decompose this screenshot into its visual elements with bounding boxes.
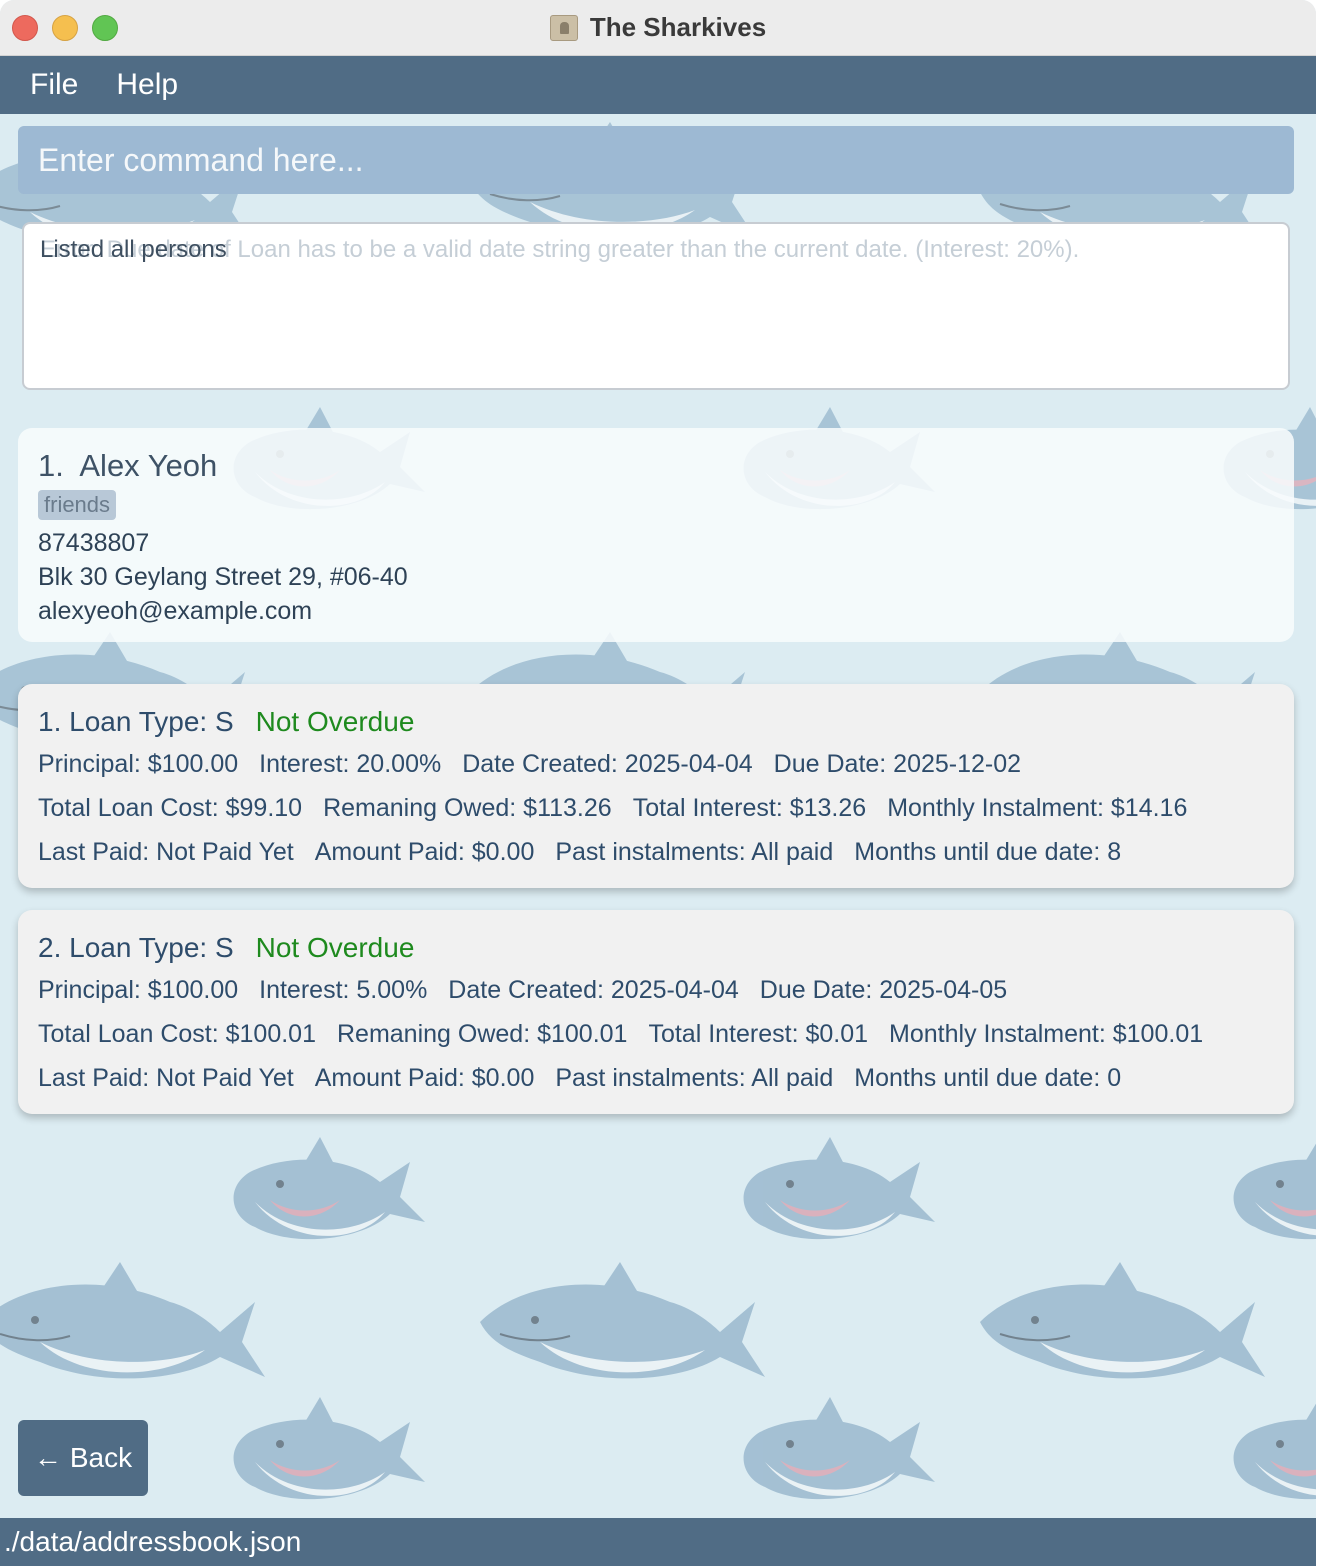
loan-status-badge: Not Overdue bbox=[255, 706, 415, 737]
result-message: Listed all persons bbox=[40, 236, 227, 263]
person-phone: 87438807 bbox=[38, 529, 150, 557]
loan-principal: Principal: $100.00 bbox=[38, 749, 239, 778]
maximize-window-button[interactable] bbox=[92, 15, 118, 41]
loan-remaining-owed: Remaning Owed: $113.26 bbox=[323, 793, 612, 822]
menu-file[interactable]: File bbox=[30, 68, 78, 102]
loan-interest: Interest: 5.00% bbox=[259, 975, 428, 1004]
loan-status-badge: Not Overdue bbox=[255, 932, 415, 963]
loan-amount-paid: Amount Paid: $0.00 bbox=[314, 837, 535, 866]
person-index: 1. bbox=[38, 448, 64, 483]
loan-row-payments: Last Paid: Not Paid Yet Amount Paid: $0.… bbox=[38, 830, 1274, 874]
loan-total-interest: Total Interest: $13.26 bbox=[632, 793, 867, 822]
menu-bar: File Help bbox=[0, 56, 1316, 114]
loan-monthly-instalment: Monthly Instalment: $100.01 bbox=[889, 1019, 1204, 1048]
command-input[interactable] bbox=[38, 141, 1294, 179]
app-window: The Sharkives File Help Error: Due date … bbox=[0, 0, 1316, 1566]
loan-card[interactable]: 1. Loan Type: S Not Overdue Principal: $… bbox=[18, 684, 1294, 888]
person-name-line: 1. Alex Yeoh bbox=[38, 448, 1274, 484]
loan-principal: Principal: $100.00 bbox=[38, 975, 239, 1004]
command-box bbox=[18, 126, 1294, 194]
person-email: alexyeoh@example.com bbox=[38, 597, 313, 625]
loan-total-interest: Total Interest: $0.01 bbox=[648, 1019, 869, 1048]
loan-date-created: Date Created: 2025-04-04 bbox=[462, 749, 753, 778]
loan-past-instalments: Past instalments: All paid bbox=[555, 837, 834, 866]
loan-past-instalments: Past instalments: All paid bbox=[555, 1063, 834, 1092]
loan-months-until-due: Months until due date: 0 bbox=[854, 1063, 1122, 1092]
loan-date-created: Date Created: 2025-04-04 bbox=[448, 975, 739, 1004]
loan-header: 1. Loan Type: S Not Overdue bbox=[38, 702, 1274, 742]
loan-title: 2. Loan Type: S bbox=[38, 932, 234, 963]
loan-row-totals: Total Loan Cost: $99.10 Remaning Owed: $… bbox=[38, 786, 1274, 830]
loan-row-basic: Principal: $100.00 Interest: 5.00% Date … bbox=[38, 968, 1274, 1012]
loan-title: 1. Loan Type: S bbox=[38, 706, 234, 737]
loan-last-paid: Last Paid: Not Paid Yet bbox=[38, 837, 294, 866]
menu-help[interactable]: Help bbox=[116, 68, 178, 102]
loan-monthly-instalment: Monthly Instalment: $14.16 bbox=[887, 793, 1188, 822]
result-line: Error: Due date of Loan has to be a vali… bbox=[40, 236, 1272, 266]
person-card[interactable]: 1. Alex Yeoh friends 87438807 Blk 30 Gey… bbox=[18, 428, 1294, 642]
loan-due-date: Due Date: 2025-12-02 bbox=[773, 749, 1022, 778]
loan-last-paid: Last Paid: Not Paid Yet bbox=[38, 1063, 294, 1092]
loan-due-date: Due Date: 2025-04-05 bbox=[759, 975, 1008, 1004]
loan-row-basic: Principal: $100.00 Interest: 20.00% Date… bbox=[38, 742, 1274, 786]
person-address: Blk 30 Geylang Street 29, #06-40 bbox=[38, 563, 408, 591]
back-button-label: Back bbox=[69, 1442, 133, 1473]
arrow-left-icon: ← bbox=[33, 1442, 62, 1473]
loan-remaining-owed: Remaning Owed: $100.01 bbox=[336, 1019, 628, 1048]
loan-header: 2. Loan Type: S Not Overdue bbox=[38, 928, 1274, 968]
window-controls bbox=[12, 15, 118, 41]
loan-interest: Interest: 20.00% bbox=[259, 749, 442, 778]
loan-total-cost: Total Loan Cost: $99.10 bbox=[38, 793, 303, 822]
loan-row-payments: Last Paid: Not Paid Yet Amount Paid: $0.… bbox=[38, 1056, 1274, 1100]
title-bar: The Sharkives bbox=[0, 0, 1316, 56]
window-title: The Sharkives bbox=[589, 12, 767, 42]
close-window-button[interactable] bbox=[12, 15, 38, 41]
loan-card[interactable]: 2. Loan Type: S Not Overdue Principal: $… bbox=[18, 910, 1294, 1114]
loan-months-until-due: Months until due date: 8 bbox=[854, 837, 1122, 866]
loan-total-cost: Total Loan Cost: $100.01 bbox=[38, 1019, 316, 1048]
minimize-window-button[interactable] bbox=[52, 15, 78, 41]
person-name: Alex Yeoh bbox=[79, 448, 218, 483]
back-button[interactable]: ← Back bbox=[18, 1420, 148, 1496]
status-bar: ./data/addressbook.json bbox=[0, 1518, 1316, 1566]
app-icon bbox=[549, 14, 578, 41]
loan-row-totals: Total Loan Cost: $100.01 Remaning Owed: … bbox=[38, 1012, 1274, 1056]
window-title-group: The Sharkives bbox=[549, 12, 767, 43]
result-display: Error: Due date of Loan has to be a vali… bbox=[22, 222, 1290, 390]
person-tag: friends bbox=[38, 490, 117, 520]
loan-amount-paid: Amount Paid: $0.00 bbox=[314, 1063, 535, 1092]
data-file-path: ./data/addressbook.json bbox=[4, 1526, 302, 1557]
